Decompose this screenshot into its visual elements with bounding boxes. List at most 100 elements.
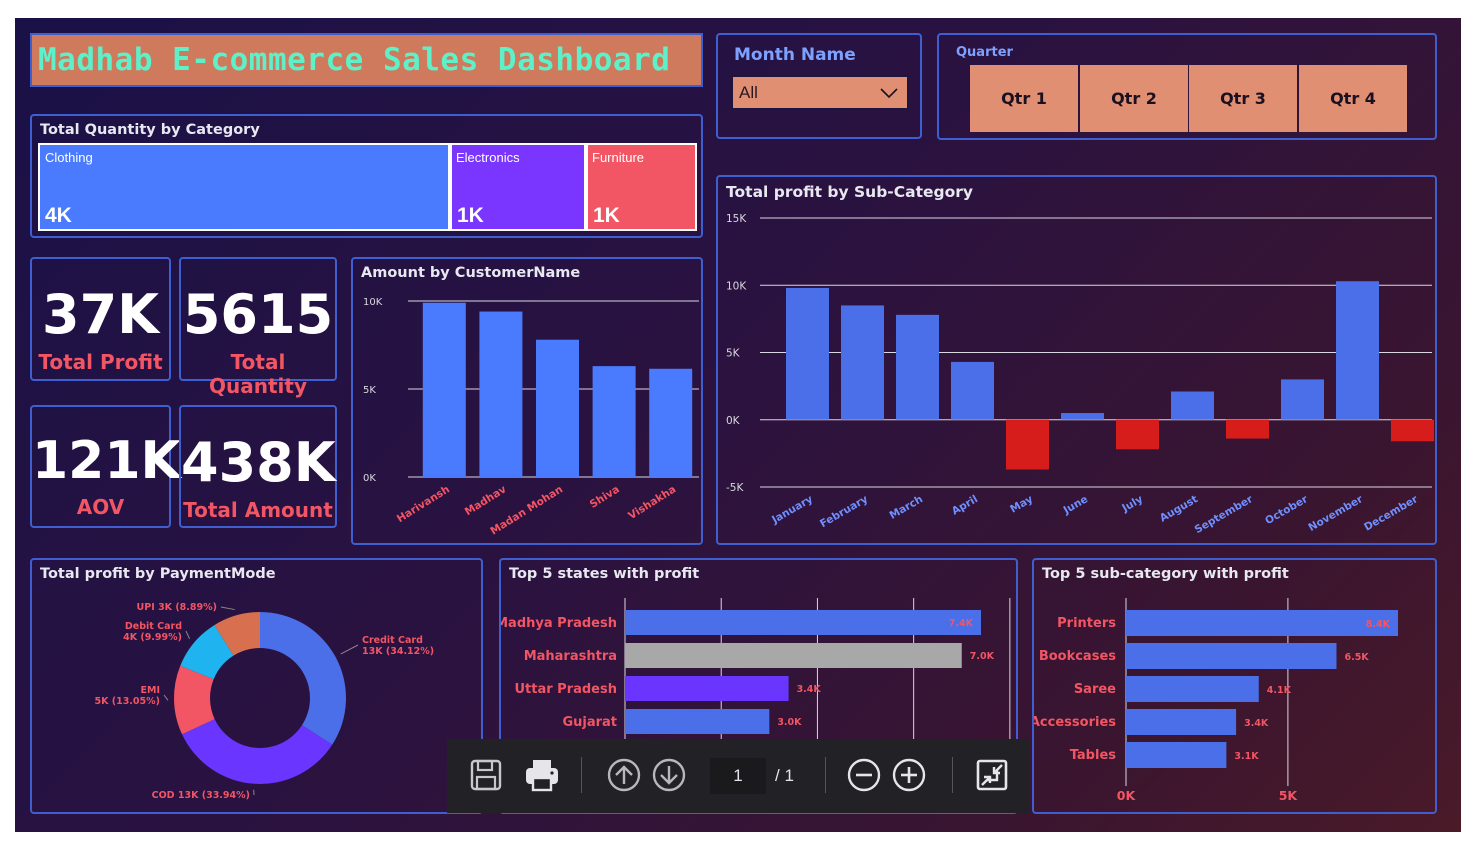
treemap-tile-name: Furniture bbox=[592, 150, 645, 165]
y-tick-label: 0K bbox=[363, 473, 376, 484]
y-tick-label: Tables bbox=[1070, 748, 1117, 763]
bar bbox=[1281, 379, 1324, 420]
data-label: 4.1K bbox=[1267, 685, 1292, 696]
viewer-toolbar: 1 / 1 bbox=[447, 739, 1029, 813]
bar bbox=[841, 305, 884, 420]
bar bbox=[479, 311, 523, 477]
x-tick-label: April bbox=[950, 493, 980, 517]
bar bbox=[1126, 643, 1337, 669]
bar bbox=[896, 314, 939, 420]
treemap-tile-value: 1K bbox=[457, 204, 484, 227]
topsub-bar-chart: 0K 5K Printers 8.4K Bookcases 6.5K Saree 4.1K Ac… bbox=[1034, 598, 1398, 803]
quarter-slicer: Quarter Qtr 1 Qtr 2 Qtr 3 Qtr 4 bbox=[937, 33, 1437, 140]
page-up-icon[interactable] bbox=[605, 756, 643, 794]
page-count: / 1 bbox=[775, 766, 794, 785]
x-tick-label: January bbox=[769, 493, 815, 526]
kpi-label: Total Amount bbox=[183, 498, 333, 522]
dashboard: Madhab E-commerce Sales Dashboard Month … bbox=[15, 18, 1461, 832]
x-tick-label: Madhav bbox=[463, 483, 509, 518]
bar bbox=[422, 302, 466, 477]
y-tick-label: Gujarat bbox=[562, 715, 617, 730]
x-tick-label: August bbox=[1158, 493, 1200, 524]
kpi-label: AOV bbox=[76, 495, 125, 519]
donut-slice bbox=[260, 612, 346, 745]
y-tick-label: Uttar Pradesh bbox=[514, 682, 617, 697]
y-tick-label: -5K bbox=[726, 482, 744, 494]
bar bbox=[625, 676, 789, 701]
page-down-icon[interactable] bbox=[650, 756, 688, 794]
toolbar-divider bbox=[581, 757, 582, 793]
x-tick-label: 5K bbox=[1279, 788, 1299, 803]
quarter-button-2[interactable]: Qtr 2 bbox=[1080, 65, 1188, 132]
bar bbox=[592, 366, 636, 477]
bar bbox=[1061, 413, 1104, 420]
kpi-value: 37K bbox=[42, 283, 159, 346]
quarter-button-1[interactable]: Qtr 1 bbox=[970, 65, 1078, 132]
bar bbox=[1171, 391, 1214, 420]
page-number-value: 1 bbox=[733, 766, 743, 785]
category-treemap-title: Total Quantity by Category bbox=[40, 122, 260, 138]
y-tick-label: Printers bbox=[1057, 616, 1116, 631]
page-number-input[interactable]: 1 bbox=[710, 758, 766, 794]
x-tick-label: September bbox=[1193, 493, 1256, 536]
leader-line bbox=[340, 644, 359, 655]
bar bbox=[1126, 676, 1259, 702]
y-tick-label: 0K bbox=[726, 415, 741, 427]
y-tick-label: 5K bbox=[726, 348, 741, 360]
x-tick-label: Vishakha bbox=[626, 483, 678, 522]
data-label: 7.0K bbox=[970, 651, 995, 662]
slice-label: 5K (13.05%) bbox=[94, 696, 160, 707]
bar bbox=[1226, 419, 1269, 439]
bar bbox=[625, 643, 962, 668]
month-slicer-label: Month Name bbox=[734, 45, 856, 65]
bar bbox=[951, 361, 994, 420]
zoom-in-icon[interactable] bbox=[890, 756, 928, 794]
kpi-card-total-profit: 37K Total Profit bbox=[30, 257, 171, 381]
treemap-tile-name: Clothing bbox=[45, 150, 93, 165]
slice-label: EMI bbox=[141, 685, 160, 696]
quarter-button-3[interactable]: Qtr 3 bbox=[1189, 65, 1297, 132]
x-tick-label: 0K bbox=[1117, 788, 1137, 803]
x-tick-label: December bbox=[1362, 493, 1421, 534]
x-tick-label: Shiva bbox=[588, 483, 622, 510]
treemap-tile-clothing[interactable]: Clothing 4K bbox=[38, 143, 450, 231]
print-icon[interactable] bbox=[523, 756, 561, 794]
y-tick-label: 15K bbox=[726, 213, 747, 225]
data-label: 7.4K bbox=[949, 618, 974, 629]
treemap-tile-electronics[interactable]: Electronics 1K bbox=[450, 143, 586, 231]
slice-label: Credit Card bbox=[362, 635, 423, 646]
subcategory-bar-chart: -5K 0K 5K 10K 15K January February March April Ma… bbox=[726, 213, 1434, 536]
x-tick-label: November bbox=[1306, 493, 1365, 534]
data-label: 6.5K bbox=[1344, 652, 1369, 663]
bar bbox=[649, 368, 693, 477]
payment-donut-chart: Credit Card13K (34.12%) COD 13K (33.94%) E… bbox=[94, 602, 434, 801]
category-treemap-panel: Total Quantity by Category Clothing 4K E… bbox=[30, 114, 703, 238]
y-tick-label: 10K bbox=[726, 280, 747, 292]
quarter-slicer-label: Quarter bbox=[956, 45, 1013, 60]
treemap-tile-value: 4K bbox=[45, 204, 72, 227]
dashboard-title: Madhab E-commerce Sales Dashboard bbox=[30, 33, 703, 87]
data-label: 3.0K bbox=[777, 717, 802, 728]
x-tick-label: July bbox=[1119, 493, 1145, 515]
treemap-tile-furniture[interactable]: Furniture 1K bbox=[586, 143, 697, 231]
month-slicer: Month Name All bbox=[716, 33, 922, 139]
month-dropdown[interactable]: All bbox=[731, 75, 909, 110]
bar bbox=[1126, 709, 1237, 735]
bar bbox=[1391, 419, 1434, 442]
leader-line bbox=[163, 694, 169, 701]
zoom-out-icon[interactable] bbox=[845, 756, 883, 794]
save-icon[interactable] bbox=[467, 756, 505, 794]
bar bbox=[1336, 281, 1379, 420]
fit-page-icon[interactable] bbox=[973, 756, 1011, 794]
kpi-label: Total Quantity bbox=[209, 350, 307, 398]
bar bbox=[536, 339, 579, 477]
x-tick-label: Harivansh bbox=[395, 483, 452, 525]
subcategory-chart-panel: Total profit by Sub-Category -5K 0K 5K 10K 1… bbox=[716, 175, 1437, 545]
x-tick-label: May bbox=[1008, 493, 1035, 515]
kpi-card-total-quantity: 5615 Total Quantity bbox=[179, 257, 337, 398]
kpi-card-total-amount: 438K Total Amount bbox=[179, 405, 337, 528]
data-label: 3.1K bbox=[1234, 751, 1259, 762]
slice-label: UPI 3K (8.89%) bbox=[137, 602, 217, 613]
quarter-button-4[interactable]: Qtr 4 bbox=[1299, 65, 1407, 132]
kpi-value: 5615 bbox=[182, 283, 334, 346]
